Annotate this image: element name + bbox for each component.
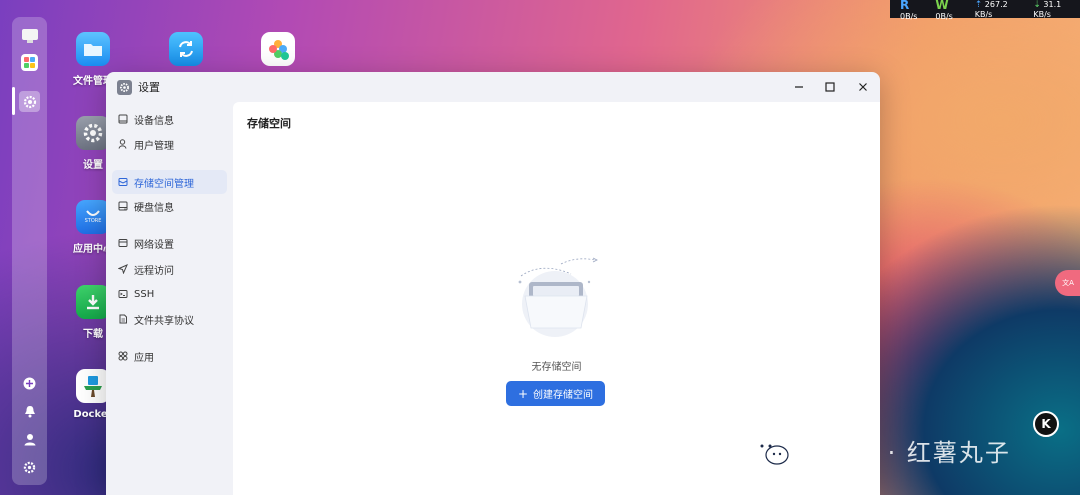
- sidebar-item-user-management[interactable]: 用户管理: [112, 132, 227, 156]
- settings-gear-icon: [117, 79, 132, 95]
- download-icon: [76, 285, 110, 319]
- sidebar-item-remote-access[interactable]: 远程访问: [112, 257, 227, 281]
- sidebar-item-file-sharing[interactable]: 文件共享协议: [112, 307, 227, 331]
- page-title: 存储空间: [247, 117, 291, 130]
- sidebar-item-ssh[interactable]: SSH: [112, 282, 227, 306]
- sidebar-item-label: 远程访问: [134, 265, 174, 277]
- desktop-icon[interactable]: [19, 25, 40, 46]
- sidebar-item-disk-info[interactable]: 硬盘信息: [112, 194, 227, 218]
- desktop-sync[interactable]: [151, 32, 221, 72]
- plus-icon: +: [517, 386, 529, 401]
- remote-icon: [118, 264, 128, 274]
- sidebar-item-label: 文件共享协议: [134, 315, 194, 327]
- sidebar-item-apps[interactable]: 应用: [112, 344, 227, 368]
- store-badge: STORE: [84, 218, 102, 224]
- settings-icon: [76, 116, 110, 150]
- read-letter: R: [900, 0, 910, 12]
- sidebar-item-label: 硬盘信息: [134, 202, 174, 214]
- storage-icon: [118, 177, 128, 187]
- sidebar-item-label: 设备信息: [134, 115, 174, 127]
- bell-icon[interactable]: [19, 401, 40, 422]
- network-status-bar: R 0B/s W 0B/s ⇡ 267.2 KB/s ⇣ 31.1 KB/s: [890, 0, 1080, 21]
- launcher-icon[interactable]: [19, 52, 40, 73]
- desktop-photos[interactable]: [243, 32, 313, 72]
- file-share-icon: [118, 314, 128, 324]
- apps-icon: [118, 351, 128, 361]
- empty-storage-illustration: [518, 257, 598, 337]
- read-rate: 0B/s: [900, 11, 918, 21]
- wechat-icon: [753, 437, 789, 465]
- dock: [12, 17, 47, 485]
- settings-window: 设置 设备信息 用户管理 存储空间管理 硬盘信息 网络设置 远程访问 SSH 文…: [106, 72, 880, 495]
- write-rate: 0B/s: [935, 11, 953, 21]
- sidebar-item-label: SSH: [134, 288, 155, 300]
- sidebar-item-label: 应用: [134, 352, 154, 364]
- write-letter: W: [935, 0, 949, 12]
- ssh-icon: [118, 289, 128, 299]
- gear-dock-icon[interactable]: [19, 457, 40, 478]
- maximize-button[interactable]: [821, 78, 839, 96]
- minimize-button[interactable]: [790, 78, 808, 96]
- sidebar-item-label: 用户管理: [134, 140, 174, 152]
- sidebar-item-device-info[interactable]: 设备信息: [112, 107, 227, 131]
- k-logo-text: K: [1041, 417, 1051, 431]
- watermark: 公众号 · 红薯丸子: [752, 433, 1011, 468]
- folder-icon: [76, 32, 110, 66]
- device-info-icon: [118, 114, 128, 124]
- app-store-icon: STORE: [76, 200, 110, 234]
- docker-icon: [76, 369, 110, 403]
- settings-dock-icon[interactable]: [19, 91, 40, 112]
- upload-arrow-icon: ⇡: [974, 0, 983, 10]
- sync-icon: [169, 32, 203, 66]
- photos-icon: [261, 32, 295, 66]
- download-arrow-icon: ⇣: [1033, 0, 1041, 10]
- window-titlebar[interactable]: 设置: [106, 72, 880, 102]
- sidebar-item-storage-management[interactable]: 存储空间管理: [112, 170, 227, 194]
- dock-active-indicator: [12, 87, 15, 115]
- window-title: 设置: [138, 81, 160, 94]
- create-storage-button[interactable]: + 创建存储空间: [506, 381, 605, 406]
- translate-widget[interactable]: 文A: [1055, 270, 1080, 296]
- create-storage-label: 创建存储空间: [533, 390, 594, 401]
- k-logo-button[interactable]: K: [1033, 411, 1059, 437]
- sidebar-item-label: 存储空间管理: [134, 178, 194, 190]
- translate-label: 文A: [1062, 279, 1074, 287]
- user-icon: [118, 139, 128, 149]
- watermark-text: 公众号 · 红薯丸子: [800, 439, 1011, 467]
- network-icon: [118, 238, 128, 248]
- sidebar-item-label: 网络设置: [134, 239, 174, 251]
- disk-icon: [118, 201, 128, 211]
- sidebar-item-network-settings[interactable]: 网络设置: [112, 231, 227, 255]
- empty-state-text: 无存储空间: [531, 362, 582, 373]
- user-dock-icon[interactable]: [19, 429, 40, 450]
- network-dock-icon[interactable]: [19, 373, 40, 394]
- close-button[interactable]: [854, 78, 872, 96]
